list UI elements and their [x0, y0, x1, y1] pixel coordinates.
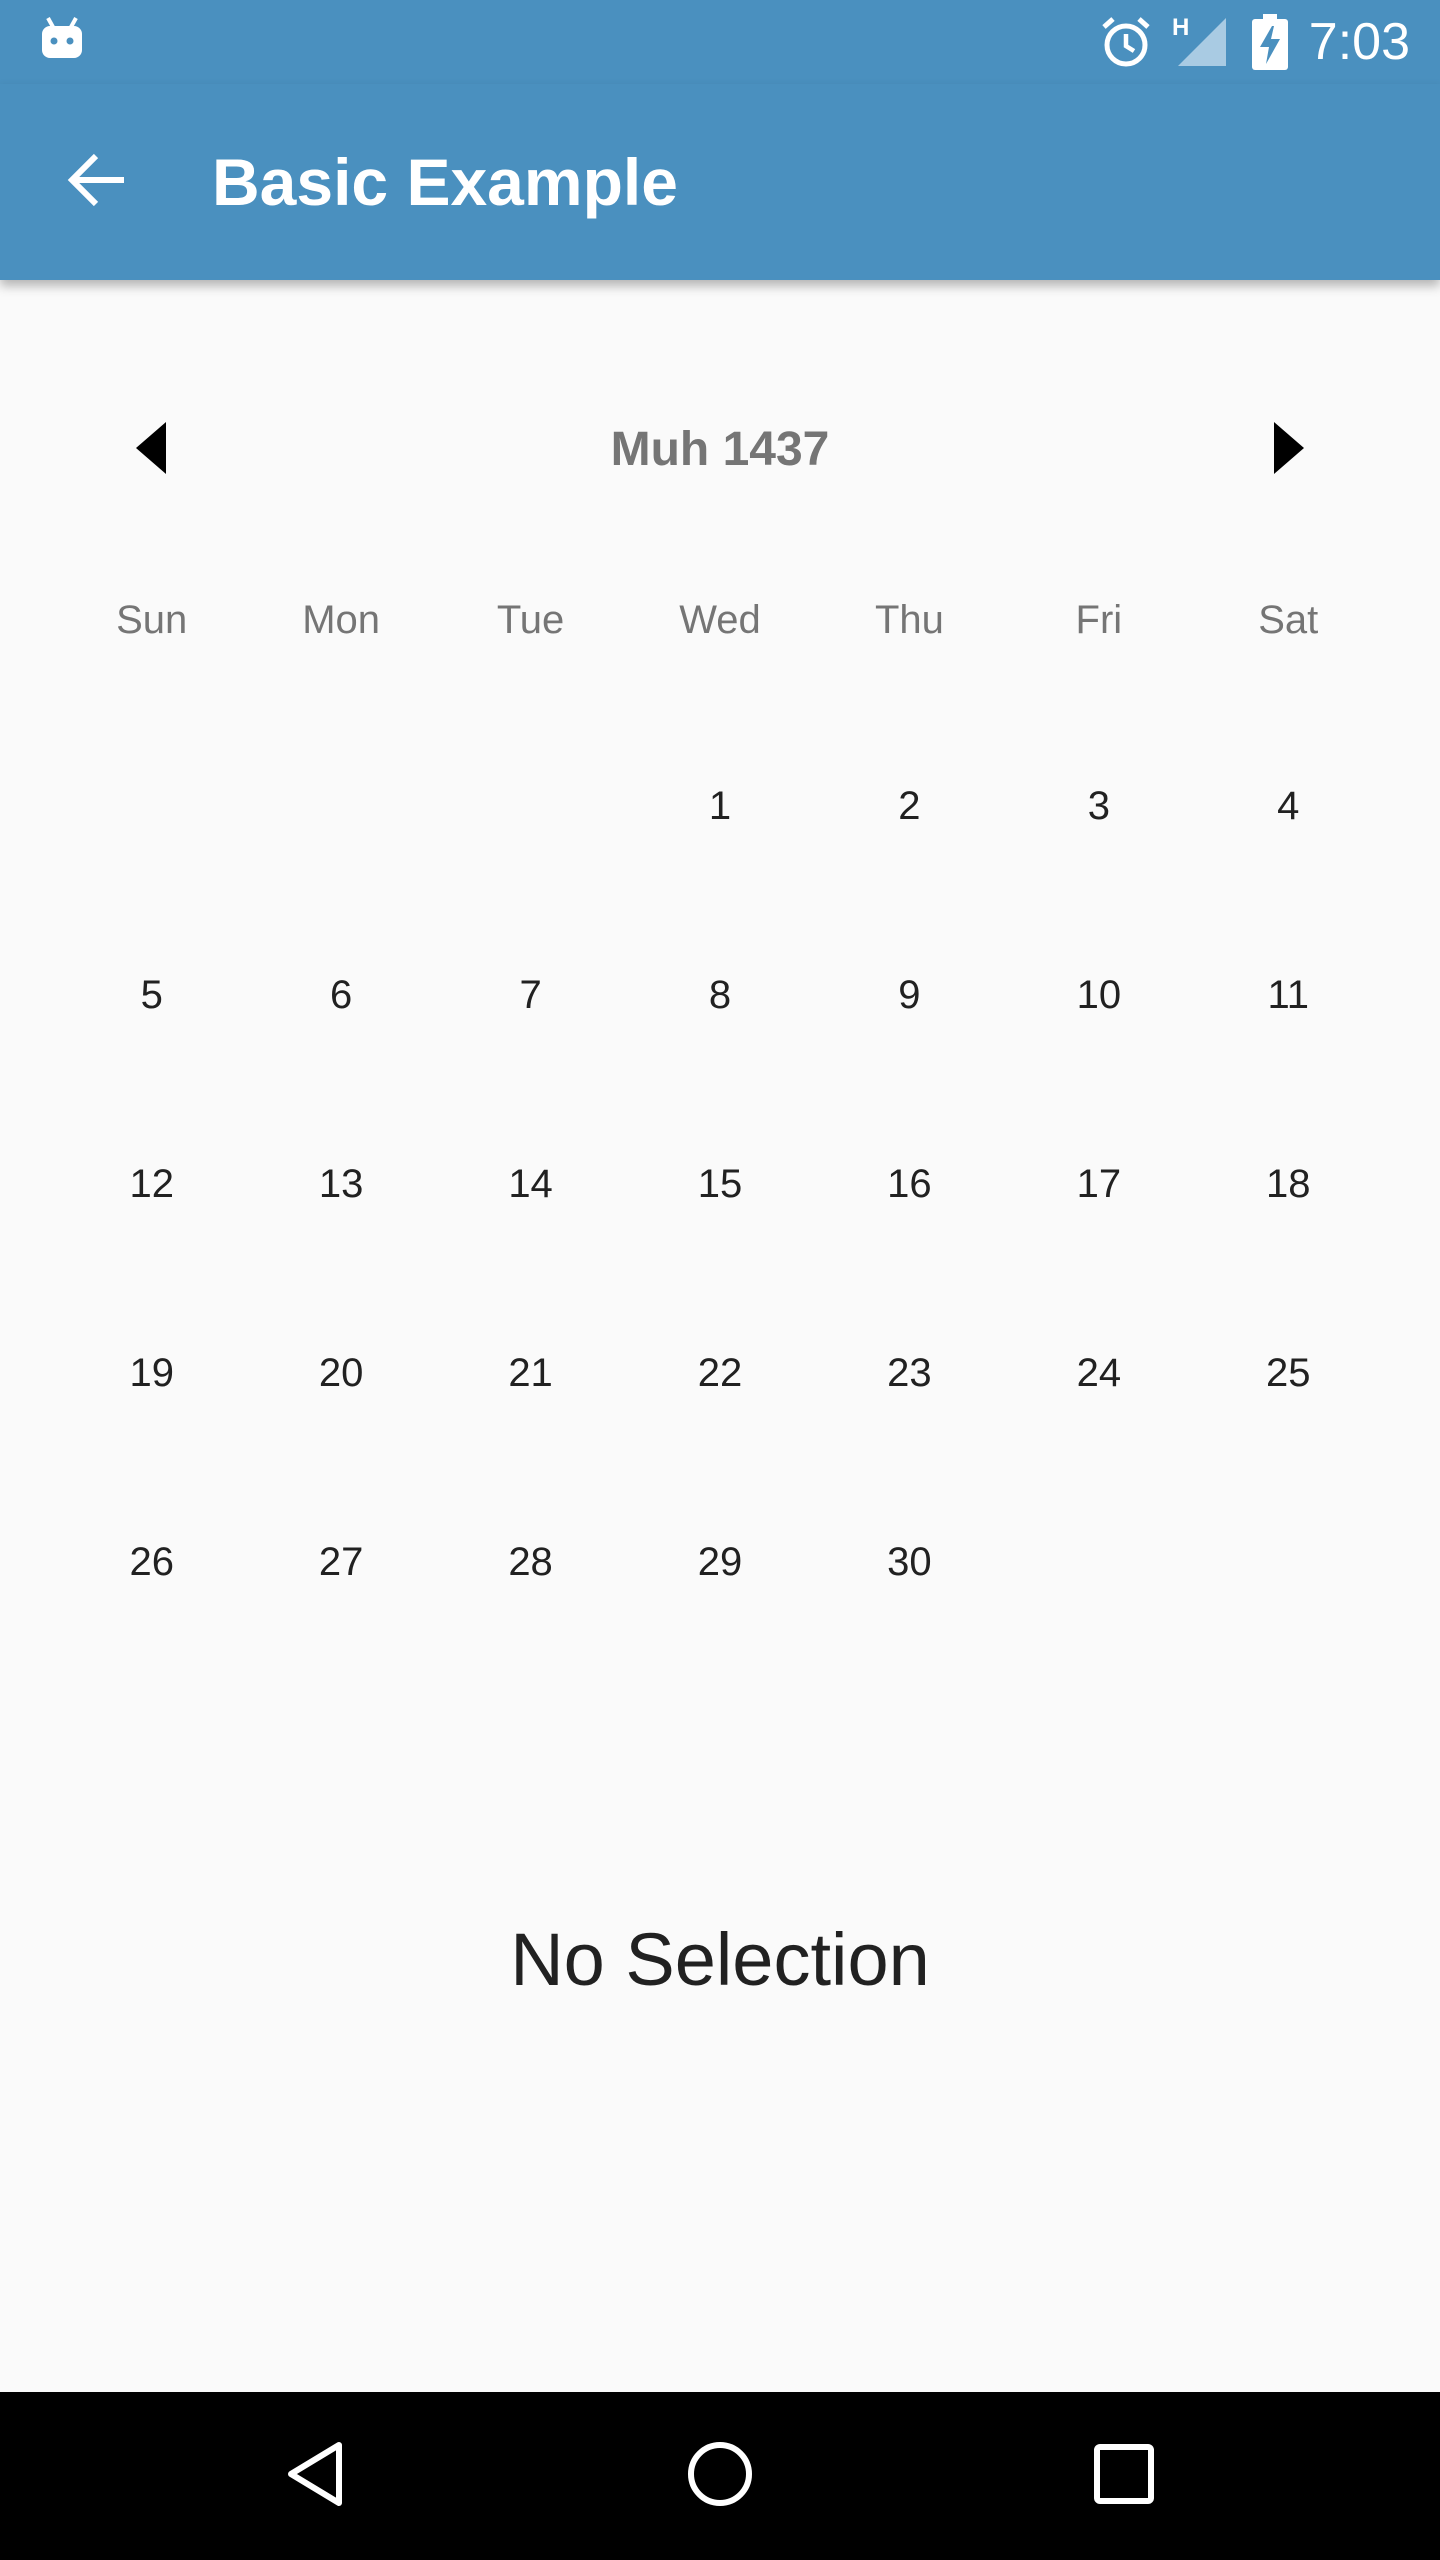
recents-square-icon — [1089, 2439, 1159, 2514]
day-cell[interactable]: 30 — [815, 1468, 1004, 1657]
android-debug-icon — [38, 14, 86, 67]
weekday-header-row: Sun Mon Tue Wed Thu Fri Sat — [57, 580, 1383, 660]
alarm-icon — [1098, 14, 1154, 75]
day-cell[interactable]: 28 — [436, 1468, 625, 1657]
day-cell[interactable]: 2 — [815, 712, 1004, 901]
day-cell[interactable]: 18 — [1194, 1090, 1383, 1279]
day-cell[interactable]: 19 — [57, 1279, 246, 1468]
day-cell[interactable]: 29 — [625, 1468, 814, 1657]
weekday-label: Mon — [302, 598, 381, 642]
day-cell[interactable]: 26 — [57, 1468, 246, 1657]
empty-day-cell — [57, 712, 246, 901]
next-month-button[interactable] — [1232, 394, 1344, 506]
battery-charging-icon — [1252, 14, 1288, 75]
nav-back-button[interactable] — [260, 2420, 372, 2532]
day-cell[interactable]: 25 — [1194, 1279, 1383, 1468]
home-circle-icon — [685, 2439, 755, 2514]
page-title: Basic Example — [212, 145, 678, 219]
day-cell[interactable]: 14 — [436, 1090, 625, 1279]
signal-icon — [1176, 16, 1228, 73]
day-cell[interactable]: 16 — [815, 1090, 1004, 1279]
day-cell[interactable]: 22 — [625, 1279, 814, 1468]
month-header: Muh 1437 — [0, 370, 1440, 530]
day-cell[interactable]: 20 — [246, 1279, 435, 1468]
day-cell[interactable]: 21 — [436, 1279, 625, 1468]
weekday-label: Sat — [1258, 598, 1319, 642]
nav-recents-button[interactable] — [1068, 2420, 1180, 2532]
day-cell[interactable]: 8 — [625, 901, 814, 1090]
day-cell[interactable]: 4 — [1194, 712, 1383, 901]
day-cell[interactable]: 11 — [1194, 901, 1383, 1090]
empty-day-cell — [246, 712, 435, 901]
system-navigation-bar — [0, 2392, 1440, 2560]
day-cell[interactable]: 3 — [1004, 712, 1193, 901]
day-cell[interactable]: 15 — [625, 1090, 814, 1279]
day-cell[interactable]: 27 — [246, 1468, 435, 1657]
nav-home-button[interactable] — [664, 2420, 776, 2532]
status-time: 7:03 — [1308, 13, 1410, 71]
day-cell[interactable]: 12 — [57, 1090, 246, 1279]
month-title: Muh 1437 — [610, 423, 830, 476]
back-arrow-icon — [66, 148, 130, 217]
weekday-label: Sun — [116, 598, 188, 642]
weekday-label: Wed — [679, 598, 761, 642]
day-cell[interactable]: 1 — [625, 712, 814, 901]
app-bar: Basic Example — [0, 84, 1440, 280]
previous-month-button[interactable] — [96, 394, 208, 506]
back-button[interactable] — [40, 124, 156, 240]
days-grid: 1 2 3 4 5 6 7 8 9 10 11 12 13 14 15 16 17 18 19 20 21 22 23 24 2… — [57, 712, 1383, 1657]
weekday-label: Fri — [1075, 598, 1123, 642]
day-cell[interactable]: 9 — [815, 901, 1004, 1090]
day-cell[interactable]: 23 — [815, 1279, 1004, 1468]
day-cell[interactable]: 17 — [1004, 1090, 1193, 1279]
selection-status: No Selection — [510, 1918, 930, 2001]
day-cell[interactable]: 7 — [436, 901, 625, 1090]
weekday-label: Tue — [496, 598, 565, 642]
back-triangle-icon — [281, 2439, 351, 2514]
calendar-screen: Muh 1437 Sun Mon Tue Wed Thu Fri Sat 123456789… — [0, 280, 1440, 2392]
day-cell[interactable]: 5 — [57, 901, 246, 1090]
day-cell[interactable]: 13 — [246, 1090, 435, 1279]
arrow-left-triangle-icon — [132, 420, 172, 481]
day-cell[interactable]: 24 — [1004, 1279, 1193, 1468]
day-cell[interactable]: 10 — [1004, 901, 1193, 1090]
status-bar: H 7:03 — [0, 0, 1440, 84]
arrow-right-triangle-icon — [1268, 420, 1308, 481]
empty-day-cell — [436, 712, 625, 901]
weekday-label: Thu — [874, 598, 944, 642]
day-cell[interactable]: 6 — [246, 901, 435, 1090]
